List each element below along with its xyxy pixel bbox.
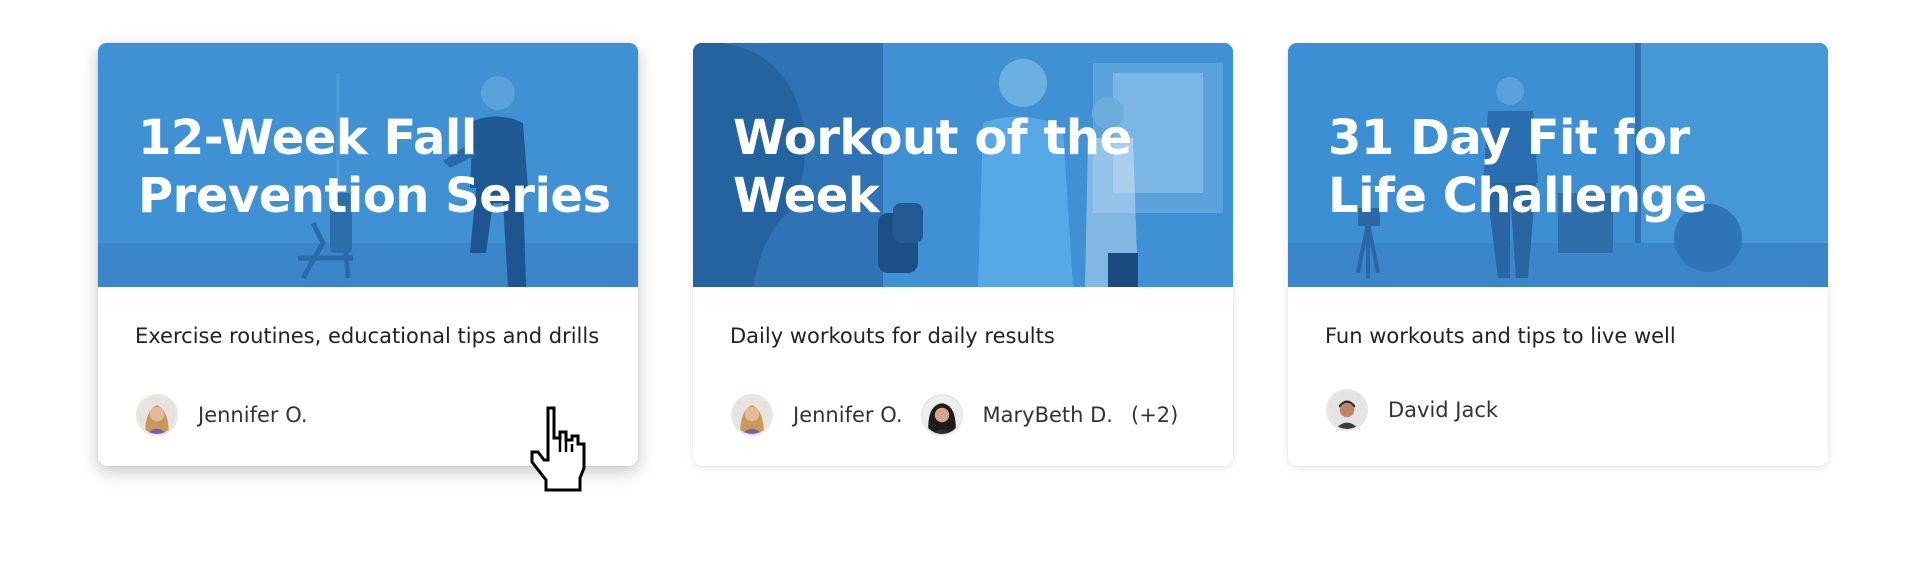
card-authors: David Jack bbox=[1326, 387, 1516, 433]
author-name: David Jack bbox=[1388, 398, 1499, 422]
card-title: 12-Week Fall Prevention Series bbox=[138, 110, 611, 224]
more-authors-count[interactable]: (+2) bbox=[1131, 403, 1178, 427]
author-name: MaryBeth D. bbox=[982, 403, 1113, 427]
card-banner: Workout of the Week bbox=[693, 43, 1233, 287]
author-jennifer[interactable]: Jennifer O. bbox=[731, 394, 903, 436]
woman-blonde-avatar bbox=[136, 394, 178, 436]
author-name: Jennifer O. bbox=[793, 403, 903, 427]
card-title: Workout of the Week bbox=[733, 110, 1132, 224]
card-banner: 31 Day Fit for Life Challenge bbox=[1288, 43, 1828, 287]
author-david[interactable]: David Jack bbox=[1326, 389, 1498, 431]
card-description: Exercise routines, educational tips and … bbox=[135, 324, 600, 348]
program-card-workout-of-the-week[interactable]: Workout of the Week Daily workouts for d… bbox=[693, 43, 1233, 466]
card-authors: Jennifer O. MaryBeth D. (+2) bbox=[731, 392, 1178, 438]
program-card-fit-for-life[interactable]: 31 Day Fit for Life Challenge Fun workou… bbox=[1288, 43, 1828, 466]
program-card-fall-prevention[interactable]: 12-Week Fall Prevention Series Exercise … bbox=[98, 43, 638, 466]
card-title: 31 Day Fit for Life Challenge bbox=[1328, 110, 1707, 224]
author-name: Jennifer O. bbox=[198, 403, 308, 427]
woman-dark-hair-avatar bbox=[920, 394, 963, 436]
card-description: Fun workouts and tips to live well bbox=[1325, 324, 1676, 348]
card-description: Daily workouts for daily results bbox=[730, 324, 1055, 348]
man-avatar bbox=[1326, 389, 1368, 431]
author-jennifer[interactable]: Jennifer O. bbox=[136, 394, 308, 436]
author-marybeth[interactable]: MaryBeth D. bbox=[920, 394, 1113, 436]
card-banner: 12-Week Fall Prevention Series bbox=[98, 43, 638, 287]
card-authors: Jennifer O. bbox=[136, 392, 326, 438]
woman-blonde-avatar bbox=[731, 394, 773, 436]
